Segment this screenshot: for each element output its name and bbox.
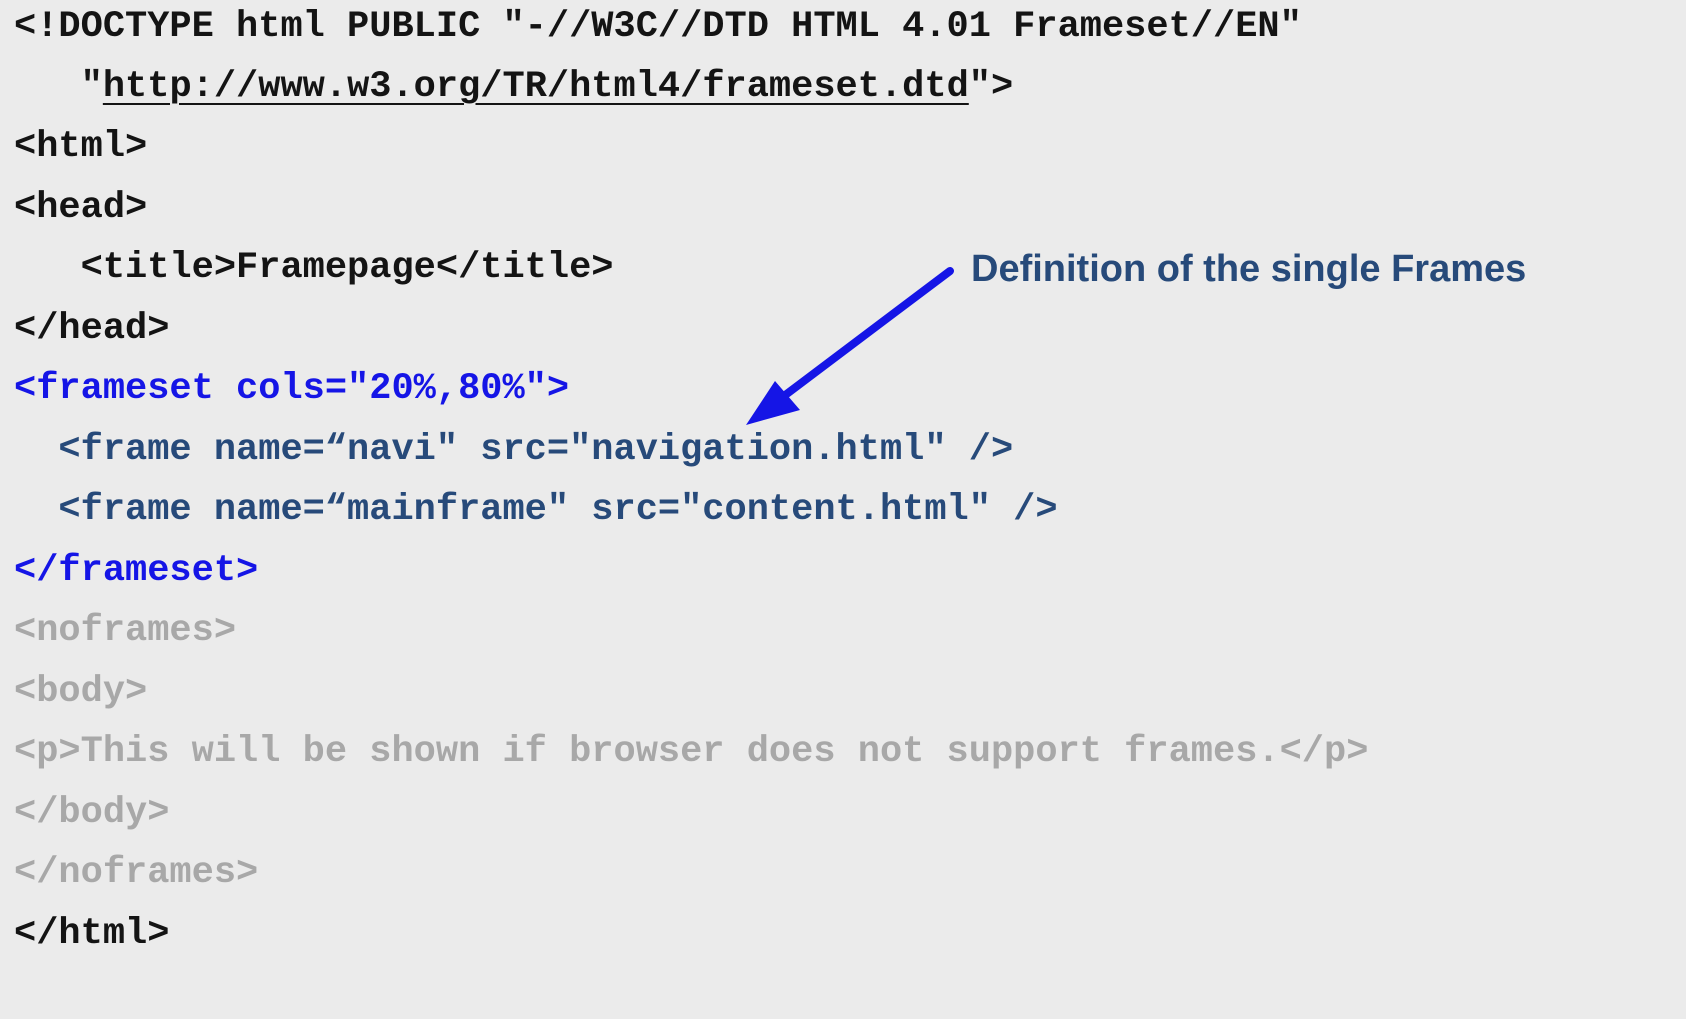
head-open-tag: <head> [14,187,148,229]
body-close-tag: </body> [14,792,170,834]
title-tag-line: <title>Framepage</title> [14,247,614,289]
dtd-url-link[interactable]: http://www.w3.org/TR/html4/frameset.dtd [103,66,969,108]
dtd-suffix: "> [968,66,1014,108]
paragraph-fallback-line: <p>This will be shown if browser does no… [14,731,1369,773]
frameset-open-tag: <frameset cols="20%,80%"> [14,368,570,410]
frame-navi-line: <frame name=“navi" src="navigation.html"… [14,429,1014,471]
arrow-head [746,381,800,425]
doctype-dtd-line: "http://www.w3.org/TR/html4/frameset.dtd… [14,65,1014,109]
noframes-open-tag: <noframes> [14,610,237,652]
head-close-tag: </head> [14,308,170,350]
dtd-prefix: " [14,66,103,108]
arrow-shaft [772,267,954,406]
annotation-label: Definition of the single Frames [971,248,1527,290]
noframes-close-tag: </noframes> [14,852,259,894]
html-close-tag: </html> [14,913,170,955]
doctype-line: <!DOCTYPE html PUBLIC "-//W3C//DTD HTML … [14,5,1302,49]
doctype-text: <!DOCTYPE html PUBLIC "-//W3C//DTD HTML … [14,6,1302,48]
frameset-close-tag: </frameset> [14,550,259,592]
body-open-tag: <body> [14,671,148,713]
html-open-tag: <html> [14,126,148,168]
frame-mainframe-line: <frame name=“mainframe" src="content.htm… [14,489,1058,531]
